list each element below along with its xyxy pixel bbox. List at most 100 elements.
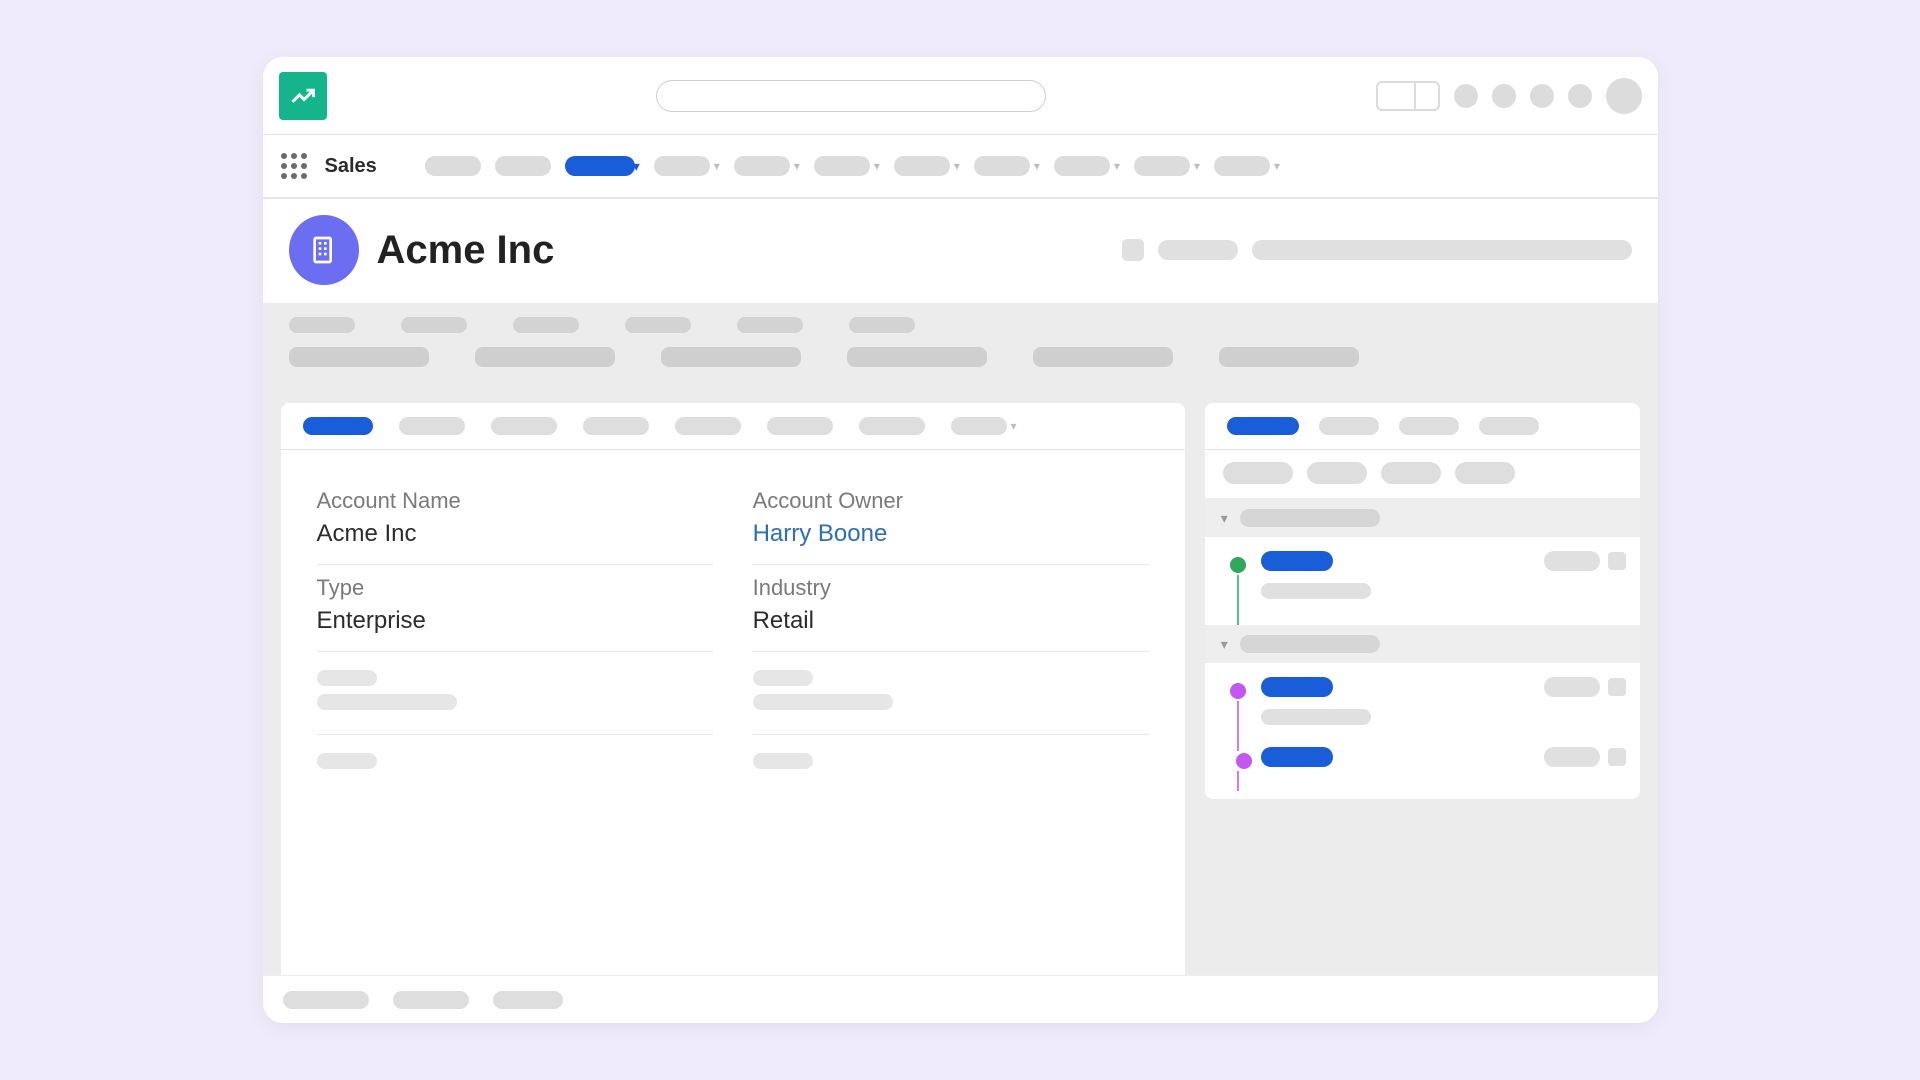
nav-item-10[interactable]: ▾: [1134, 156, 1200, 176]
app-logo[interactable]: [279, 72, 327, 120]
view-toggle[interactable]: [1376, 81, 1440, 111]
field-label: Type: [317, 575, 713, 601]
timeline: [1205, 663, 1640, 791]
tab-item[interactable]: [767, 417, 833, 435]
timeline-item[interactable]: [1227, 677, 1626, 747]
utility-item[interactable]: [283, 991, 369, 1009]
nav-items: ▾ ▾ ▾ ▾ ▾ ▾ ▾ ▾ ▾: [425, 156, 1280, 176]
filter-chip[interactable]: [1307, 462, 1367, 484]
field-industry: Industry Retail: [753, 565, 1149, 652]
topbar-action-2[interactable]: [1492, 84, 1516, 108]
highlight-label: [289, 317, 355, 333]
timeline-meta: [1544, 747, 1600, 767]
nav-item-5[interactable]: ▾: [734, 156, 800, 176]
nav-item-6[interactable]: ▾: [814, 156, 880, 176]
field-label: Account Name: [317, 488, 713, 514]
chevron-down-icon: ▾: [1221, 636, 1228, 653]
highlight-value: [661, 347, 801, 367]
filter-chip[interactable]: [1223, 462, 1293, 484]
tab-item[interactable]: [583, 417, 649, 435]
field-placeholder: [317, 652, 713, 735]
field-label: Industry: [753, 575, 1149, 601]
nav-item-4[interactable]: ▾: [654, 156, 720, 176]
timeline-section-header[interactable]: ▾: [1205, 625, 1640, 663]
navbar: Sales ▾ ▾ ▾ ▾ ▾ ▾ ▾ ▾ ▾: [263, 135, 1658, 199]
utility-item[interactable]: [493, 991, 563, 1009]
timeline-dot-icon: [1230, 683, 1246, 699]
field-value: Enterprise: [317, 607, 713, 635]
details-tabs: ▾: [281, 403, 1185, 450]
topbar-action-3[interactable]: [1530, 84, 1554, 108]
timeline-section-header[interactable]: ▾: [1205, 499, 1640, 537]
timeline-subtext: [1261, 709, 1371, 725]
topbar-action-1[interactable]: [1454, 84, 1478, 108]
section-title-placeholder: [1240, 635, 1380, 653]
timeline-dot-icon: [1236, 753, 1252, 769]
global-search-input[interactable]: [656, 80, 1046, 112]
filter-chip[interactable]: [1381, 462, 1441, 484]
field-value: Acme Inc: [317, 520, 713, 548]
account-icon: [289, 215, 359, 285]
highlight-value: [475, 347, 615, 367]
field-type: Type Enterprise: [317, 565, 713, 652]
record-header: Acme Inc: [263, 199, 1658, 303]
record-header-actions: [1122, 239, 1632, 261]
timeline-meta: [1544, 677, 1600, 697]
highlight-label: [625, 317, 691, 333]
header-action-bar[interactable]: [1252, 240, 1632, 260]
field-placeholder: [317, 735, 713, 793]
highlight-value: [1033, 347, 1173, 367]
highlight-label: [513, 317, 579, 333]
app-launcher-icon[interactable]: [281, 153, 307, 179]
record-title: Acme Inc: [377, 228, 555, 273]
nav-item-11[interactable]: ▾: [1214, 156, 1280, 176]
nav-item-active[interactable]: ▾: [565, 156, 640, 176]
activity-tab-active[interactable]: [1227, 417, 1299, 435]
activity-tab[interactable]: [1479, 417, 1539, 435]
nav-item-2[interactable]: [495, 156, 551, 176]
tab-item[interactable]: [399, 417, 465, 435]
field-account-name: Account Name Acme Inc: [317, 478, 713, 565]
header-action-pill[interactable]: [1158, 240, 1238, 260]
chevron-down-icon: ▾: [1221, 510, 1228, 527]
trending-up-icon: [289, 82, 317, 110]
field-placeholder: [753, 652, 1149, 735]
timeline-title: [1261, 677, 1333, 697]
timeline-dot-icon: [1230, 557, 1246, 573]
nav-item-7[interactable]: ▾: [894, 156, 960, 176]
topbar-actions: [1376, 78, 1642, 114]
field-account-owner: Account Owner Harry Boone: [753, 478, 1149, 565]
timeline-action[interactable]: [1608, 552, 1626, 570]
highlight-label: [849, 317, 915, 333]
details-card: ▾ Account Name Acme Inc Account Owner Ha…: [281, 403, 1185, 1023]
nav-item-8[interactable]: ▾: [974, 156, 1040, 176]
activity-tab[interactable]: [1319, 417, 1379, 435]
owner-link[interactable]: Harry Boone: [753, 520, 1149, 548]
highlight-value: [289, 347, 429, 367]
timeline-action[interactable]: [1608, 678, 1626, 696]
timeline-item[interactable]: [1227, 551, 1626, 621]
nav-item-9[interactable]: ▾: [1054, 156, 1120, 176]
tab-overflow[interactable]: ▾: [951, 417, 1017, 435]
filter-chip[interactable]: [1455, 462, 1515, 484]
timeline-action[interactable]: [1608, 748, 1626, 766]
tab-active[interactable]: [303, 417, 373, 435]
nav-item-1[interactable]: [425, 156, 481, 176]
field-label: Account Owner: [753, 488, 1149, 514]
activity-tab[interactable]: [1399, 417, 1459, 435]
tab-item[interactable]: [859, 417, 925, 435]
user-avatar[interactable]: [1606, 78, 1642, 114]
tab-item[interactable]: [675, 417, 741, 435]
activity-panel: ▾: [1205, 403, 1640, 1023]
tab-item[interactable]: [491, 417, 557, 435]
timeline-item[interactable]: [1227, 747, 1626, 787]
nav-app-name: Sales: [325, 155, 377, 178]
topbar: [263, 57, 1658, 135]
topbar-action-4[interactable]: [1568, 84, 1592, 108]
utility-item[interactable]: [393, 991, 469, 1009]
timeline-meta: [1544, 551, 1600, 571]
activity-filters: [1205, 450, 1640, 499]
details-grid: Account Name Acme Inc Account Owner Harr…: [281, 450, 1185, 821]
timeline-title: [1261, 747, 1333, 767]
header-action-button[interactable]: [1122, 239, 1144, 261]
